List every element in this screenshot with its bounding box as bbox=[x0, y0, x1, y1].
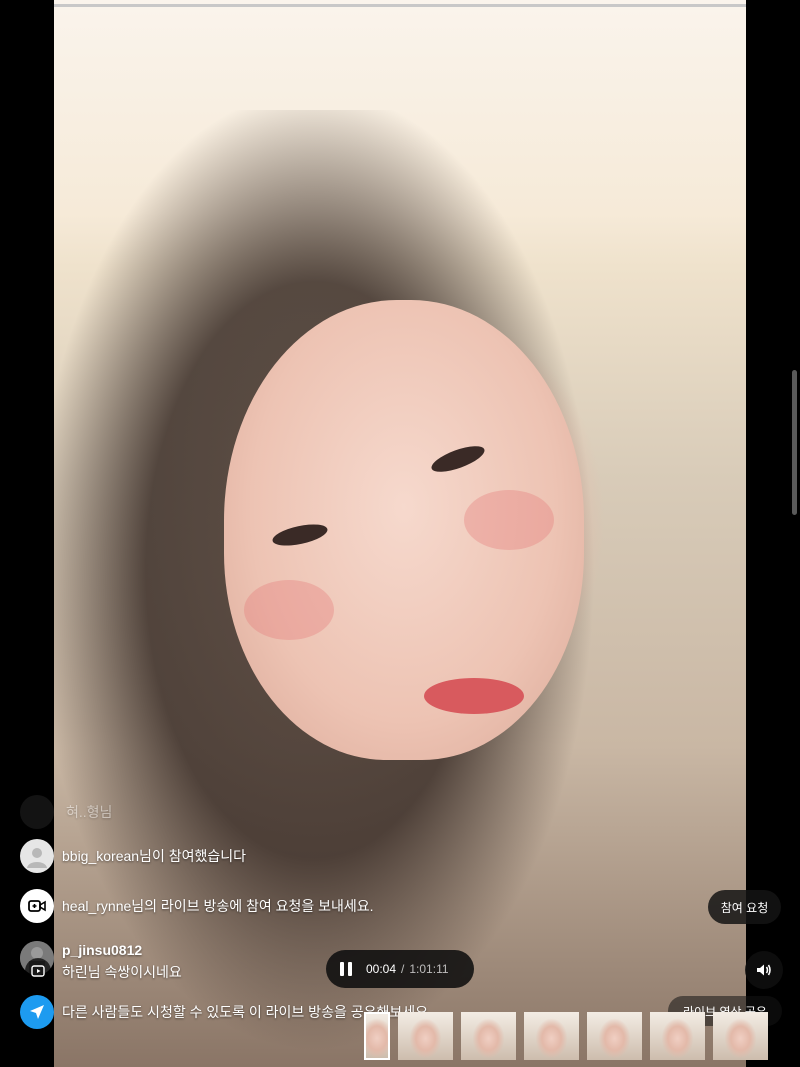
join-request-button[interactable]: 참여 요청 bbox=[708, 890, 781, 924]
timeline-thumbnail[interactable] bbox=[524, 1012, 579, 1060]
video-subject-lips bbox=[424, 678, 524, 714]
video-call-icon bbox=[20, 889, 54, 923]
comment-username[interactable]: p_jinsu0812 bbox=[62, 942, 142, 958]
video-subject-face bbox=[224, 300, 584, 760]
playback-controls: 00:04 / 1:01:11 bbox=[326, 950, 474, 988]
pause-icon[interactable] bbox=[340, 962, 352, 976]
duration: 1:01:11 bbox=[409, 962, 449, 976]
chat-join-text: bbig_korean님이 참여했습니다 bbox=[62, 848, 246, 864]
chat-request-text: heal_rynne님의 라이브 방송에 참여 요청을 보내세요. bbox=[62, 898, 374, 914]
timeline-thumbnail[interactable] bbox=[650, 1012, 705, 1060]
avatar bbox=[20, 795, 54, 829]
timeline-thumbnail[interactable] bbox=[398, 1012, 453, 1060]
send-icon bbox=[20, 995, 54, 1029]
default-avatar-icon bbox=[20, 839, 54, 873]
time-separator: / bbox=[401, 962, 405, 976]
video-subject-eye bbox=[270, 520, 330, 550]
chat-faded-text: 혀..형님 bbox=[66, 804, 113, 820]
current-time: 00:04 bbox=[366, 962, 397, 976]
replay-icon bbox=[25, 958, 51, 984]
video-subject-cheek bbox=[464, 490, 554, 550]
video-subject-eye bbox=[428, 440, 488, 478]
timeline-thumbnail[interactable] bbox=[713, 1012, 768, 1060]
comment-text: 하린님 속쌍이시네요 bbox=[62, 964, 182, 980]
video-subject-cheek bbox=[244, 580, 334, 640]
timeline-thumbnails[interactable] bbox=[364, 1012, 768, 1060]
timeline-thumbnail[interactable] bbox=[461, 1012, 516, 1060]
volume-icon[interactable] bbox=[745, 951, 783, 989]
timeline-thumbnail[interactable] bbox=[587, 1012, 642, 1060]
scrollbar[interactable] bbox=[792, 370, 797, 515]
timeline-thumbnail-current[interactable] bbox=[364, 1012, 390, 1060]
